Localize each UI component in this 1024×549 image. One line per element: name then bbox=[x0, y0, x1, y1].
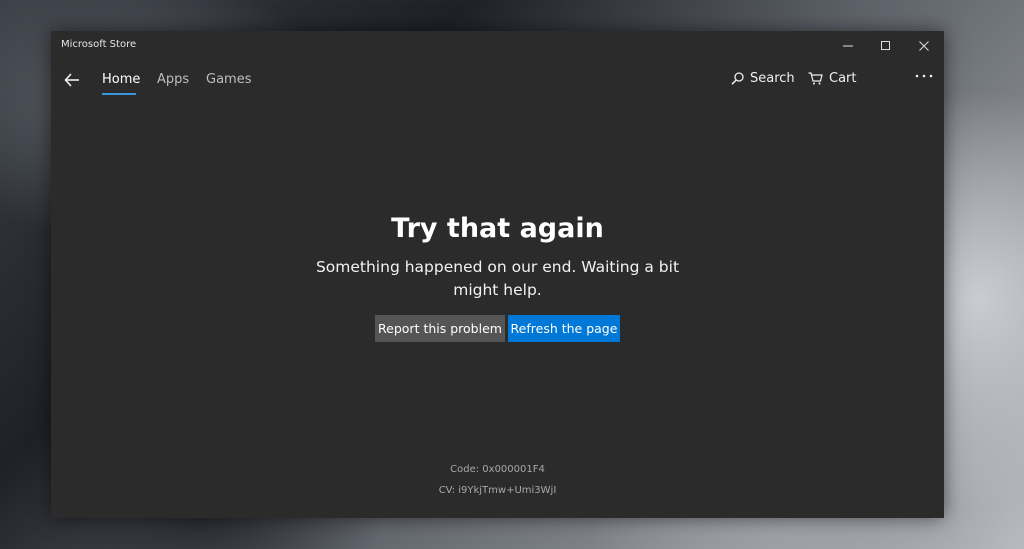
tab-apps[interactable]: Apps bbox=[157, 72, 189, 87]
search-button[interactable]: Search bbox=[731, 71, 795, 86]
error-title: Try that again bbox=[391, 213, 604, 244]
tab-games[interactable]: Games bbox=[206, 72, 251, 87]
navigation-bar: Home Apps Games Search Cart bbox=[51, 65, 944, 101]
report-problem-button[interactable]: Report this problem bbox=[375, 315, 505, 342]
cart-label: Cart bbox=[829, 71, 857, 86]
store-window: Microsoft Store Home Apps Games Search C… bbox=[51, 31, 944, 518]
minimize-button[interactable] bbox=[829, 31, 867, 60]
more-options-button[interactable] bbox=[913, 67, 935, 85]
active-tab-indicator bbox=[102, 93, 136, 95]
search-icon bbox=[731, 72, 744, 85]
minimize-icon bbox=[843, 45, 853, 46]
cart-icon bbox=[808, 72, 823, 85]
window-title: Microsoft Store bbox=[61, 39, 137, 50]
correlation-vector: CV: i9YkjTmw+Umi3WjI bbox=[438, 485, 557, 496]
maximize-button[interactable] bbox=[867, 31, 905, 60]
back-arrow-icon bbox=[64, 73, 79, 87]
back-button[interactable] bbox=[61, 69, 83, 91]
more-icon bbox=[915, 74, 933, 78]
error-code: Code: 0x000001F4 bbox=[450, 464, 545, 475]
maximize-icon bbox=[881, 40, 890, 50]
tab-home[interactable]: Home bbox=[102, 72, 140, 87]
cart-button[interactable]: Cart bbox=[808, 71, 857, 86]
close-button[interactable] bbox=[905, 31, 943, 60]
close-icon bbox=[919, 40, 929, 51]
refresh-page-button[interactable]: Refresh the page bbox=[508, 315, 620, 342]
search-label: Search bbox=[750, 71, 795, 86]
title-bar: Microsoft Store bbox=[51, 31, 944, 60]
error-message: Something happened on our end. Waiting a… bbox=[315, 258, 680, 299]
